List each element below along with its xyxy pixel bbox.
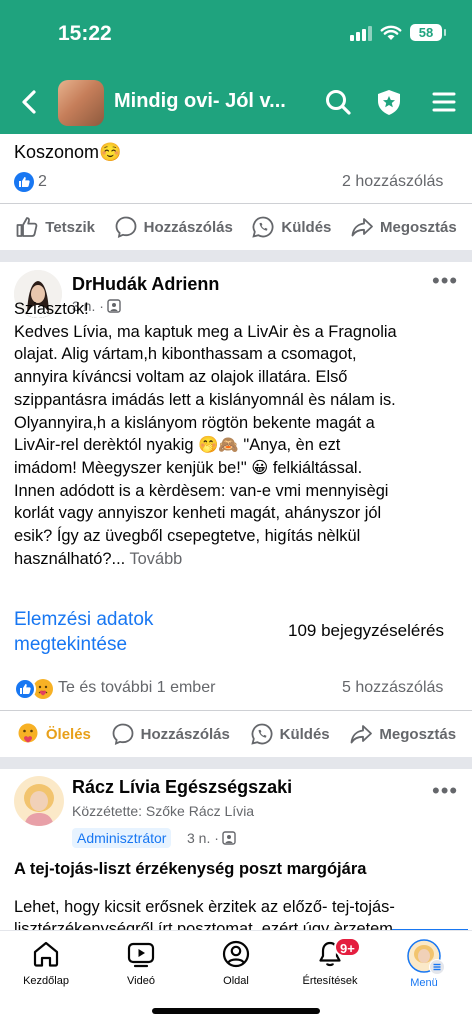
like-label: Tetszik [45, 218, 96, 236]
comment-bubble-icon [115, 216, 137, 238]
nav-bar: Mindig ovi- Jól v... [0, 70, 472, 134]
insights-link-line: Elemzési adatok [14, 609, 154, 630]
admin-badge: Adminisztrátor [72, 828, 172, 848]
share-arrow-icon [351, 725, 373, 744]
comment-text: Koszonom☺️ [14, 142, 122, 162]
tab-home-label: Kezdőlap [23, 975, 69, 987]
post-title: A tej-tojás-liszt érzékenység poszt marg… [14, 860, 367, 878]
tab-notifications-label: Értesítések [302, 975, 358, 987]
tab-page-label: Oldal [223, 975, 249, 987]
wifi-icon [380, 25, 402, 40]
tab-notifications[interactable]: 9+ Értesítések [290, 937, 370, 987]
comment-count[interactable]: 2 hozzászólás [342, 173, 443, 191]
care-reaction-icon [33, 679, 53, 699]
profile-icon [222, 940, 250, 968]
post-line: esik? Így az üvegből csepegtetve, higítá… [14, 527, 361, 546]
like-button[interactable]: Tetszik [15, 215, 95, 239]
tab-menu-label: Menü [410, 977, 438, 989]
post-line: annyira kíváncsi voltam az olajok illatá… [14, 368, 348, 387]
see-more-link[interactable]: Tovább [125, 550, 182, 568]
shield-star-icon[interactable] [375, 88, 403, 116]
tab-video-label: Videó [127, 975, 155, 987]
post-author[interactable]: Rácz Lívia Egészségszaki [72, 777, 292, 798]
post-line: Lehet, hogy kicsit erősnek èrzitek az el… [14, 898, 395, 916]
comment-label: Hozzászólás [140, 725, 230, 743]
group-members-icon [222, 831, 236, 845]
thumbs-up-icon [16, 217, 38, 237]
share-button[interactable]: Megosztás [350, 215, 457, 239]
back-icon[interactable] [18, 88, 42, 116]
post-author[interactable]: DrHudák Adrienn [72, 274, 219, 295]
post-options-icon[interactable]: ••• [432, 268, 458, 294]
share-label: Megosztás [379, 218, 457, 236]
post-last-line: használható?... Tovább [14, 548, 462, 571]
comment-label: Hozzászólás [143, 218, 233, 236]
post-line: Olyannyira,h a kislányom rögtön bekente … [14, 413, 375, 432]
send-button[interactable]: Küldés [250, 722, 330, 746]
signal-icon [350, 25, 372, 41]
menu-icon[interactable] [430, 88, 458, 116]
care-emoji-icon [18, 723, 38, 743]
tab-home[interactable]: Kezdőlap [6, 939, 86, 987]
post-line: szippantásra imádás lett a kislányomnál … [14, 390, 396, 409]
tab-video[interactable]: Videó [101, 939, 181, 987]
post-line: használható?... [14, 549, 126, 568]
post-body: Sziasztok! Kedves Lívia, ma kaptuk meg a… [14, 298, 462, 570]
post-line: Sziasztok! [14, 300, 89, 318]
post-line: LivAir-rel derèktól nyakig 🤭🙈 "Anya, èn … [14, 436, 341, 455]
reactions-summary[interactable]: Te és további 1 ember [58, 679, 215, 697]
insights-link[interactable]: Elemzési adatok megtekintése [14, 607, 153, 657]
battery-icon: 58 [410, 24, 446, 41]
video-icon [127, 942, 155, 968]
comment-button[interactable]: Hozzászólás [114, 215, 233, 239]
post-line: imádom! Mèegyszer kenjük be!" 😀 felkiált… [14, 458, 363, 477]
home-icon [33, 941, 59, 967]
share-arrow-icon [351, 218, 373, 237]
comment-bubble-icon [112, 723, 134, 745]
post-line: Innen adódott is a kèrdèsem: van-e vmi m… [14, 481, 389, 500]
post-actions: Tetszik Hozzászólás Küldés Megosztás [0, 204, 472, 250]
send-button[interactable]: Küldés [251, 215, 331, 239]
post-line: korlát vagy annyiszor kenheti magát, ahá… [14, 504, 382, 523]
reaction-count[interactable]: 2 [38, 173, 47, 191]
status-time: 15:22 [58, 22, 112, 45]
search-icon[interactable] [324, 88, 352, 116]
send-label: Küldés [279, 725, 330, 743]
post-meta: 3 n. · [187, 830, 236, 846]
whatsapp-icon [250, 723, 273, 745]
author-avatar[interactable] [14, 776, 64, 826]
tab-menu[interactable]: Menü [384, 939, 464, 989]
post-options-icon[interactable]: ••• [432, 778, 458, 804]
app-header: 15:22 58 Mindig ovi- Jól v... [0, 0, 472, 134]
whatsapp-icon [252, 216, 274, 238]
care-reaction-button[interactable]: Ölelés [16, 722, 91, 746]
comment-count[interactable]: 5 hozzászólás [342, 679, 443, 697]
share-button[interactable]: Megosztás [349, 722, 456, 746]
insights-link-line: megtekintése [14, 634, 128, 655]
posted-by[interactable]: Közzétette: Szőke Rácz Lívia [72, 803, 254, 819]
post-line: olajat. Alig vártam,h kibonthassam a cso… [14, 345, 357, 364]
post-time[interactable]: 3 n. · [187, 830, 219, 846]
post-line: Kedves Lívia, ma kaptuk meg a LivAir ès … [14, 322, 397, 341]
send-label: Küldés [281, 218, 332, 236]
feed-separator [0, 250, 472, 262]
comment-button[interactable]: Hozzászólás [111, 722, 230, 746]
care-label: Ölelés [45, 725, 91, 743]
tab-page[interactable]: Oldal [196, 939, 276, 987]
post-actions: Ölelés Hozzászólás Küldés Megosztás [0, 711, 472, 757]
like-reaction-icon [14, 678, 36, 700]
menu-lines-icon [429, 959, 445, 975]
group-avatar[interactable] [58, 80, 104, 126]
notification-badge: 9+ [334, 937, 361, 957]
like-reaction-icon [14, 172, 34, 192]
post-reach: 109 bejegyzéselérés [288, 621, 444, 640]
status-icons: 58 [350, 24, 446, 41]
share-label: Megosztás [379, 725, 457, 743]
menu-avatar [407, 939, 445, 975]
home-indicator [152, 1008, 320, 1014]
group-title[interactable]: Mindig ovi- Jól v... [114, 90, 286, 113]
feed-separator [0, 757, 472, 769]
